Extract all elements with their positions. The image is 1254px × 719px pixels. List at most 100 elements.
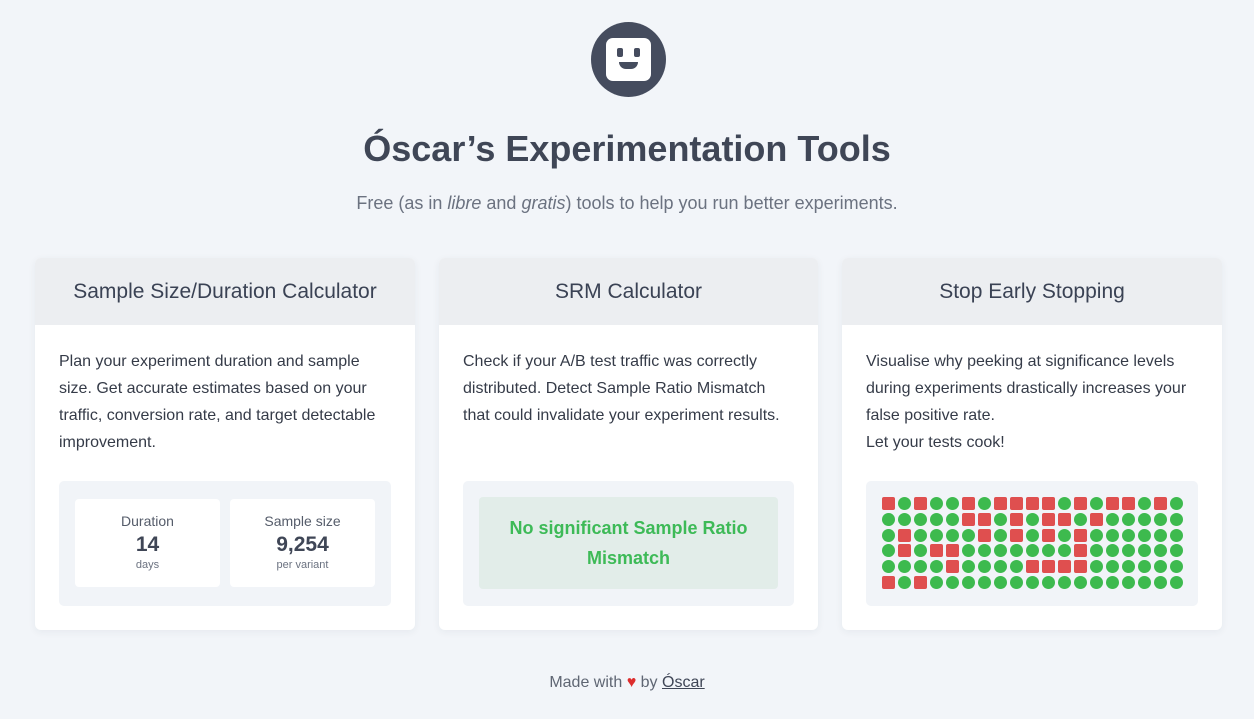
- not-significant-cell: [1042, 575, 1055, 589]
- significant-cell: [946, 544, 959, 558]
- page-subtitle: Free (as in libre and gratis) tools to h…: [356, 193, 898, 213]
- footer: Made with ♥ by Óscar: [549, 674, 705, 691]
- not-significant-cell: [1090, 575, 1103, 589]
- not-significant-cell: [1106, 560, 1119, 574]
- significant-cell: [1026, 497, 1039, 510]
- not-significant-cell: [1138, 512, 1151, 526]
- significant-cell: [1090, 512, 1103, 526]
- significant-cell: [1010, 512, 1023, 526]
- stat-unit: days: [135, 559, 160, 571]
- not-significant-cell: [1122, 560, 1135, 574]
- not-significant-cell: [930, 528, 943, 542]
- heart-icon: ♥: [626, 674, 637, 691]
- card-preview: Duration 14 days Sample size 9,254 per v…: [59, 481, 391, 606]
- not-significant-cell: [1170, 528, 1183, 542]
- srm-calculator-card[interactable]: SRM Calculator Check if your A/B test tr…: [439, 258, 818, 630]
- significant-cell: [962, 497, 975, 510]
- not-significant-cell: [1122, 575, 1135, 589]
- not-significant-cell: [1074, 512, 1087, 526]
- stat-value: 9,254: [276, 533, 329, 556]
- duration-stat: Duration 14 days: [75, 499, 220, 587]
- not-significant-cell: [962, 560, 975, 574]
- not-significant-cell: [1090, 560, 1103, 574]
- not-significant-cell: [1058, 528, 1071, 542]
- significant-cell: [1026, 560, 1039, 574]
- significant-cell: [1042, 497, 1055, 510]
- peeking-grid: [882, 497, 1183, 589]
- not-significant-cell: [1058, 544, 1071, 558]
- not-significant-cell: [1138, 560, 1151, 574]
- card-title: Sample Size/Duration Calculator: [35, 258, 415, 325]
- significant-cell: [1074, 544, 1087, 558]
- not-significant-cell: [1106, 528, 1119, 542]
- not-significant-cell: [1010, 560, 1023, 574]
- stop-early-stopping-card[interactable]: Stop Early Stopping Visualise why peekin…: [842, 258, 1222, 630]
- not-significant-cell: [914, 512, 927, 526]
- not-significant-cell: [962, 528, 975, 542]
- robot-face-icon: [606, 38, 651, 81]
- stat-label: Duration: [121, 513, 174, 529]
- not-significant-cell: [946, 575, 959, 589]
- significant-cell: [930, 544, 943, 558]
- significant-cell: [1058, 512, 1071, 526]
- not-significant-cell: [978, 560, 991, 574]
- not-significant-cell: [994, 512, 1007, 526]
- not-significant-cell: [1154, 560, 1167, 574]
- significant-cell: [898, 544, 911, 558]
- page-title: Óscar’s Experimentation Tools: [363, 128, 891, 169]
- significant-cell: [898, 528, 911, 542]
- not-significant-cell: [1170, 512, 1183, 526]
- not-significant-cell: [1154, 544, 1167, 558]
- not-significant-cell: [946, 512, 959, 526]
- significant-cell: [1010, 497, 1023, 510]
- sample-size-stat: Sample size 9,254 per variant: [230, 499, 375, 587]
- significant-cell: [994, 497, 1007, 510]
- not-significant-cell: [898, 560, 911, 574]
- not-significant-cell: [1026, 575, 1039, 589]
- not-significant-cell: [930, 575, 943, 589]
- not-significant-cell: [1058, 575, 1071, 589]
- card-title: SRM Calculator: [439, 258, 818, 325]
- not-significant-cell: [1106, 512, 1119, 526]
- card-preview: [866, 481, 1198, 606]
- significant-cell: [914, 497, 927, 510]
- significant-cell: [882, 575, 895, 589]
- significant-cell: [1074, 528, 1087, 542]
- significant-cell: [946, 560, 959, 574]
- sample-size-card[interactable]: Sample Size/Duration Calculator Plan you…: [35, 258, 415, 630]
- stat-label: Sample size: [264, 513, 341, 529]
- not-significant-cell: [978, 497, 991, 510]
- not-significant-cell: [1042, 544, 1055, 558]
- not-significant-cell: [1090, 497, 1103, 510]
- not-significant-cell: [994, 560, 1007, 574]
- not-significant-cell: [930, 497, 943, 510]
- not-significant-cell: [1058, 497, 1071, 510]
- not-significant-cell: [882, 560, 895, 574]
- significant-cell: [914, 575, 927, 589]
- srm-result: No significant Sample Ratio Mismatch: [479, 497, 778, 589]
- significant-cell: [978, 512, 991, 526]
- significant-cell: [962, 512, 975, 526]
- not-significant-cell: [1154, 512, 1167, 526]
- significant-cell: [978, 528, 991, 542]
- not-significant-cell: [962, 575, 975, 589]
- not-significant-cell: [946, 528, 959, 542]
- not-significant-cell: [882, 544, 895, 558]
- not-significant-cell: [914, 560, 927, 574]
- not-significant-cell: [1122, 528, 1135, 542]
- not-significant-cell: [1106, 575, 1119, 589]
- not-significant-cell: [1122, 512, 1135, 526]
- not-significant-cell: [882, 528, 895, 542]
- not-significant-cell: [898, 512, 911, 526]
- significant-cell: [1074, 497, 1087, 510]
- not-significant-cell: [994, 575, 1007, 589]
- not-significant-cell: [1170, 497, 1183, 510]
- card-title: Stop Early Stopping: [842, 258, 1222, 325]
- not-significant-cell: [1138, 544, 1151, 558]
- author-link[interactable]: Óscar: [662, 674, 705, 691]
- stat-value: 14: [135, 533, 160, 556]
- not-significant-cell: [882, 512, 895, 526]
- not-significant-cell: [898, 575, 911, 589]
- not-significant-cell: [994, 544, 1007, 558]
- not-significant-cell: [1026, 512, 1039, 526]
